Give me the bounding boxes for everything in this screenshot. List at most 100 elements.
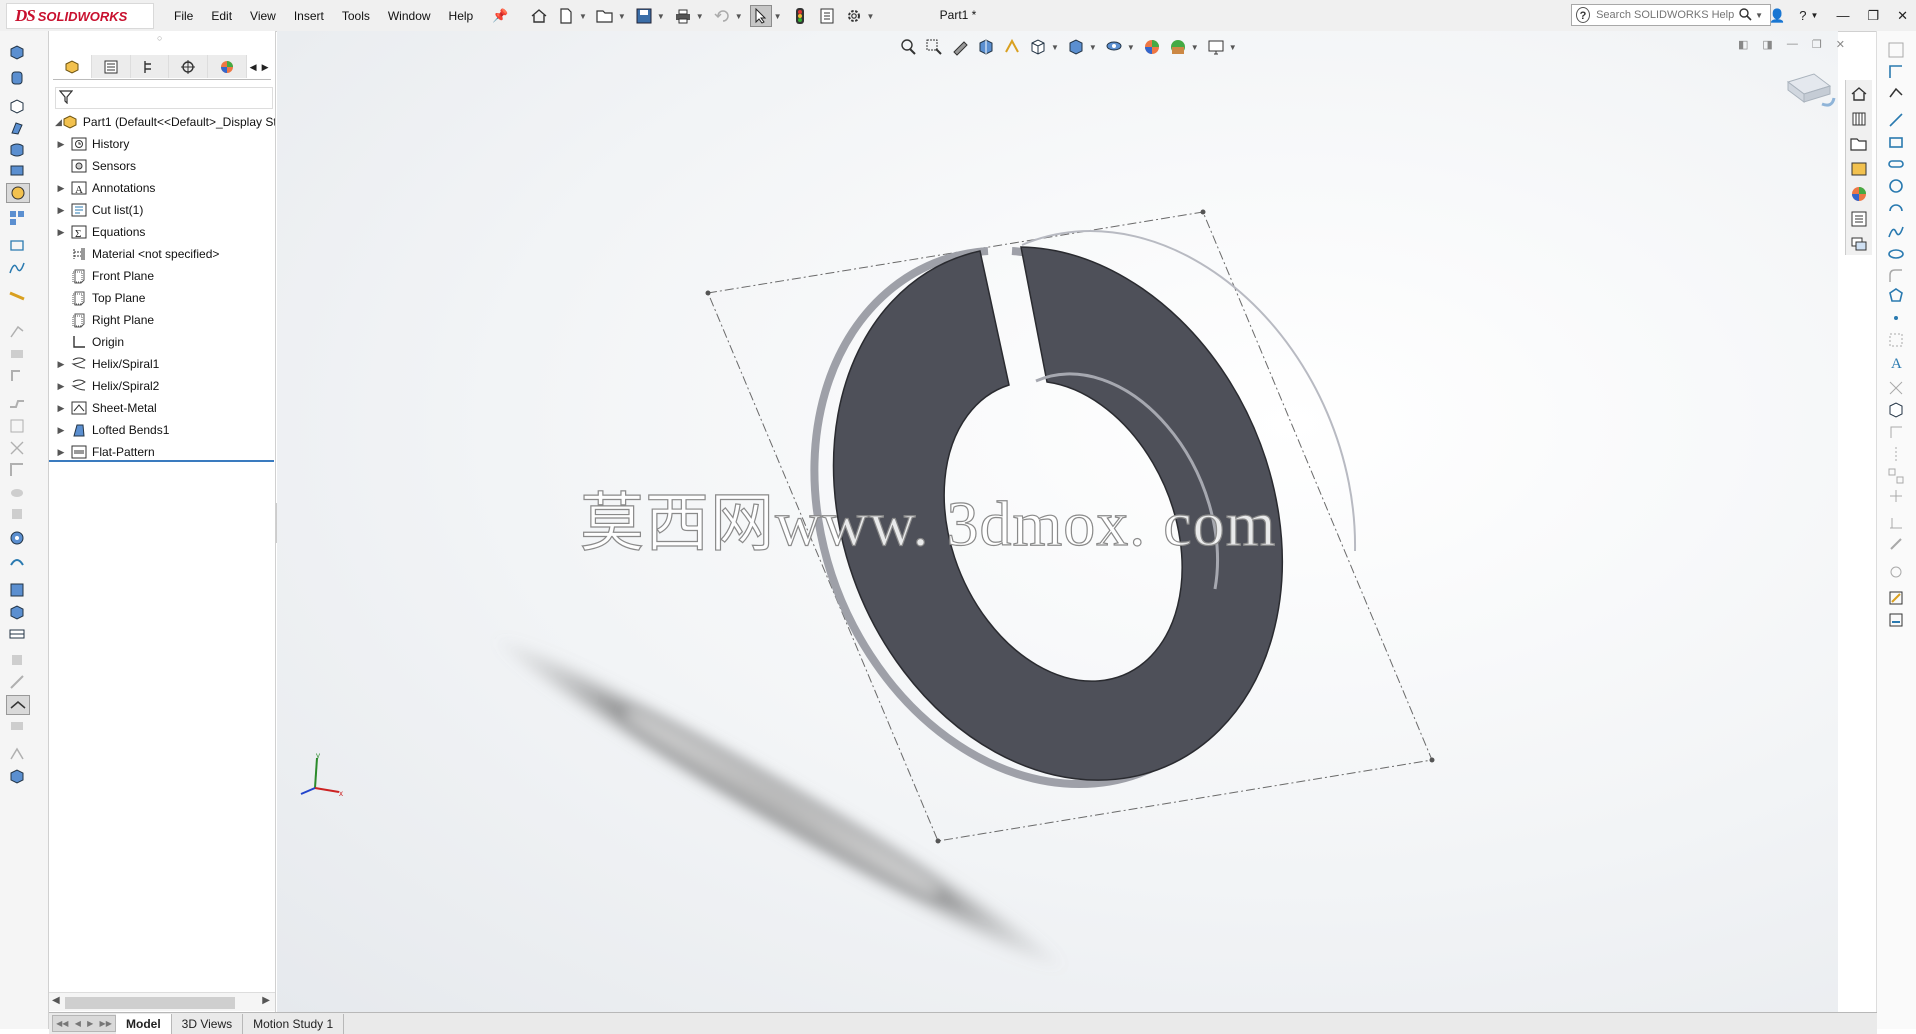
pin-menu-icon[interactable]: 📌 xyxy=(492,8,508,24)
first-tab-icon[interactable]: ◀◀ xyxy=(56,1019,68,1028)
open-dropdown-icon[interactable]: ▼ xyxy=(618,12,626,21)
panel-grip-icon[interactable]: ○ xyxy=(157,33,162,43)
graphics-area[interactable]: y x xyxy=(277,31,1838,1012)
tree-item-history[interactable]: ▶ History xyxy=(49,133,275,155)
spline-icon[interactable] xyxy=(1885,223,1907,241)
minimize-icon[interactable]: — xyxy=(1836,8,1849,23)
menu-window[interactable]: Window xyxy=(388,9,431,23)
tree-item-helix-spiral2[interactable]: ▶ Helix/Spiral2 xyxy=(49,375,275,397)
expand-arrow-icon[interactable]: ▶ xyxy=(55,183,67,194)
file-explorer-icon[interactable] xyxy=(1848,133,1870,155)
expand-arrow-icon[interactable]: ▶ xyxy=(55,205,67,216)
tab-dimxpert-manager[interactable] xyxy=(169,55,209,78)
pattern-icon[interactable] xyxy=(6,209,28,227)
options-gear-icon[interactable] xyxy=(843,5,865,27)
tree-item-origin[interactable]: Origin xyxy=(49,331,275,353)
help-icon[interactable]: ? xyxy=(1799,8,1806,23)
next-tab-icon[interactable]: ▶ xyxy=(87,1019,93,1028)
arc-icon[interactable] xyxy=(1885,199,1907,217)
custom-properties-icon[interactable] xyxy=(1848,208,1870,230)
swept-boss-icon[interactable] xyxy=(6,97,28,115)
expand-arrow-icon[interactable]: ▶ xyxy=(55,403,67,414)
expand-arrow-icon[interactable]: ▶ xyxy=(55,447,67,458)
expand-arrow-icon[interactable]: ▶ xyxy=(55,425,67,436)
tree-item-sheet-metal[interactable]: ▶ Sheet-Metal xyxy=(49,397,275,419)
tab-model[interactable]: Model xyxy=(116,1013,172,1034)
last-tab-icon[interactable]: ▶▶ xyxy=(100,1019,112,1028)
home-icon[interactable] xyxy=(528,5,550,27)
scroll-left-icon[interactable]: ◀ xyxy=(52,995,60,1006)
rollback-bar[interactable] xyxy=(49,460,274,462)
simple-hole-icon[interactable] xyxy=(6,529,28,547)
extruded-cut-icon[interactable] xyxy=(6,161,28,179)
save-icon[interactable] xyxy=(633,5,655,27)
text-icon[interactable]: A xyxy=(1885,353,1907,371)
tree-item-annotations[interactable]: ▶ A Annotations xyxy=(49,177,275,199)
convert-entities-icon[interactable] xyxy=(1885,401,1907,419)
tree-filter-box[interactable] xyxy=(55,87,273,109)
save-dropdown-icon[interactable]: ▼ xyxy=(657,12,665,21)
menu-file[interactable]: File xyxy=(174,9,193,23)
expand-arrow-icon[interactable]: ▶ xyxy=(55,359,67,370)
new-document-icon[interactable] xyxy=(555,5,577,27)
open-folder-icon[interactable] xyxy=(594,5,616,27)
zoom-to-area-icon[interactable] xyxy=(924,37,944,57)
expand-arrow-icon[interactable]: ▶ xyxy=(55,139,67,150)
hide-show-dropdown-icon[interactable]: ▼ xyxy=(1127,43,1135,52)
options-dropdown-icon[interactable]: ▼ xyxy=(867,12,875,21)
tab-3d-views[interactable]: 3D Views xyxy=(172,1013,244,1034)
tab-motion-study-1[interactable]: Motion Study 1 xyxy=(243,1013,345,1034)
panel-horizontal-scrollbar[interactable]: ◀ ▶ xyxy=(49,992,275,1011)
expand-arrow-icon[interactable]: ▶ xyxy=(55,227,67,238)
tab-scroll-right-icon[interactable]: ▶ xyxy=(259,55,271,79)
curves-icon[interactable] xyxy=(6,259,28,277)
user-account-icon[interactable]: 👤 xyxy=(1769,8,1785,24)
line-icon[interactable] xyxy=(1885,111,1907,129)
display-style-icon[interactable] xyxy=(1066,37,1086,57)
circle-icon[interactable] xyxy=(1885,177,1907,195)
tree-item-helix-spiral1[interactable]: ▶ Helix/Spiral1 xyxy=(49,353,275,375)
lofted-boss-icon[interactable] xyxy=(6,119,28,137)
help-dropdown-icon[interactable]: ▼ xyxy=(1811,11,1819,20)
appearances-scenes-icon[interactable] xyxy=(1848,183,1870,205)
viewport-minimize-icon[interactable]: — xyxy=(1787,38,1798,51)
prev-tab-icon[interactable]: ◀ xyxy=(75,1019,81,1028)
vent-icon[interactable] xyxy=(6,553,28,571)
display-style-dropdown-icon[interactable]: ▼ xyxy=(1089,43,1097,52)
new-dropdown-icon[interactable]: ▼ xyxy=(579,12,587,21)
forum-icon[interactable] xyxy=(1848,233,1870,255)
ellipse-icon[interactable] xyxy=(1885,245,1907,263)
collapse-arrow-icon[interactable]: ◢ xyxy=(55,117,62,128)
apply-scene-icon[interactable] xyxy=(1168,37,1188,57)
view-settings-dropdown-icon[interactable]: ▼ xyxy=(1229,43,1237,52)
close-icon[interactable]: ✕ xyxy=(1897,8,1908,24)
tab-property-manager[interactable] xyxy=(91,55,131,78)
undo-dropdown-icon[interactable]: ▼ xyxy=(735,12,743,21)
hide-show-items-icon[interactable] xyxy=(1104,37,1124,57)
expand-arrow-icon[interactable]: ▶ xyxy=(55,381,67,392)
section-view-icon[interactable] xyxy=(976,37,996,57)
sheet-metal-base-icon[interactable] xyxy=(6,183,30,203)
rapid-sketch-icon[interactable] xyxy=(1885,589,1907,607)
boundary-boss-icon[interactable] xyxy=(6,141,28,159)
tree-item-right-plane[interactable]: Right Plane xyxy=(49,309,275,331)
menu-insert[interactable]: Insert xyxy=(294,9,324,23)
scroll-thumb[interactable] xyxy=(65,997,235,1009)
reference-geometry-icon[interactable] xyxy=(6,237,28,255)
unfold-icon[interactable] xyxy=(6,581,28,599)
insert-bends-icon[interactable] xyxy=(6,695,30,715)
dynamic-annotation-views-icon[interactable] xyxy=(1002,37,1022,57)
menu-help[interactable]: Help xyxy=(449,9,474,23)
tab-feature-manager[interactable] xyxy=(53,55,92,78)
tab-navigation-arrows[interactable]: ◀◀ ◀ ▶ ▶▶ xyxy=(52,1015,116,1032)
rectangle-icon[interactable] xyxy=(1885,133,1907,151)
solidworks-logo[interactable]: DS SOLIDWORKS xyxy=(6,3,154,29)
flatten-icon[interactable] xyxy=(6,625,28,643)
point-icon[interactable] xyxy=(1885,309,1907,327)
tree-item-top-plane[interactable]: Top Plane xyxy=(49,287,275,309)
solidworks-resources-home-icon[interactable] xyxy=(1848,83,1870,105)
tree-item-lofted-bends1[interactable]: ▶ Lofted Bends1 xyxy=(49,419,275,441)
tab-display-manager[interactable] xyxy=(208,55,248,78)
view-settings-monitor-icon[interactable] xyxy=(1206,37,1226,57)
view-orientation-dropdown-icon[interactable]: ▼ xyxy=(1051,43,1059,52)
